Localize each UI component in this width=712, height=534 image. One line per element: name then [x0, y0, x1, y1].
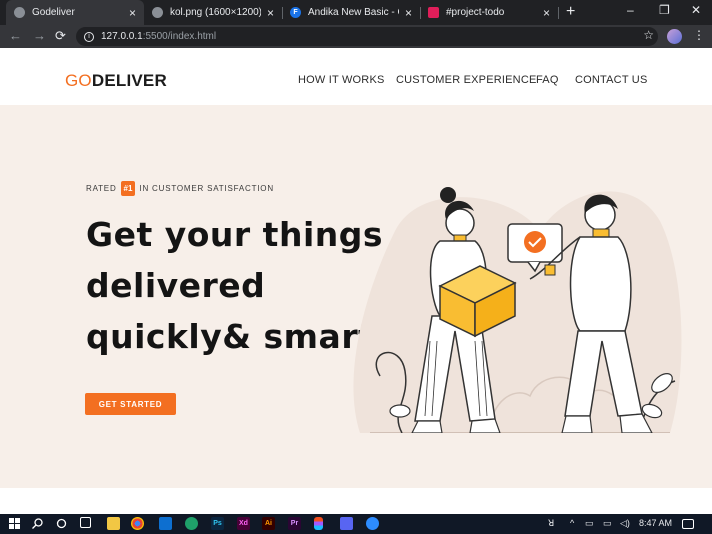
woman-collar [453, 234, 467, 242]
woman-shoe-left [411, 420, 443, 433]
system-clock[interactable]: 8:47 AM [639, 518, 672, 528]
woman-shoe-right [469, 418, 501, 433]
gitkraken-icon[interactable] [185, 517, 198, 530]
globe-icon [14, 7, 25, 18]
url-path: :5500/index.html [142, 31, 217, 42]
discord-icon[interactable] [340, 517, 353, 530]
vscode-icon[interactable] [159, 517, 172, 530]
rated-suffix: IN CUSTOMER SATISFACTION [139, 184, 274, 193]
people-icon[interactable]: ꓤ [548, 518, 554, 529]
get-started-button[interactable]: GET STARTED [85, 393, 176, 415]
slack-icon [428, 7, 439, 18]
search-icon[interactable] [31, 517, 44, 530]
close-window-button[interactable]: ✕ [691, 3, 701, 17]
nav-customer-experience[interactable]: CUSTOMER EXPERIENCE [396, 74, 537, 86]
close-tab-icon[interactable]: × [129, 6, 136, 20]
site-header: GODELIVER HOW IT WORKS CUSTOMER EXPERIEN… [0, 48, 712, 105]
tab-title: #project-todo [446, 7, 505, 18]
check-circle-icon [524, 231, 546, 253]
close-tab-icon[interactable]: × [405, 6, 412, 20]
tab-andika-font[interactable]: F Andika New Basic - Goog × [282, 0, 420, 25]
windows-start-icon[interactable] [8, 517, 21, 530]
tab-godeliver[interactable]: Godeliver × [6, 0, 144, 25]
headline-line-1: Get your things [86, 215, 384, 254]
headline-line-2: delivered [86, 266, 266, 305]
profile-avatar[interactable] [667, 29, 682, 44]
restore-button[interactable]: ❐ [659, 3, 670, 17]
globe-icon [152, 7, 163, 18]
nav-how-it-works[interactable]: HOW IT WORKS [298, 74, 385, 86]
network-icon[interactable]: ▭ [585, 518, 594, 529]
leaf-icon [389, 404, 411, 418]
page-viewport: GODELIVER HOW IT WORKS CUSTOMER EXPERIEN… [0, 48, 712, 514]
man-torso [569, 236, 632, 332]
man-cuff [544, 264, 556, 276]
file-explorer-icon[interactable] [107, 517, 120, 530]
tab-kol-png[interactable]: kol.png (1600×1200) × [144, 0, 282, 25]
rating-line: RATED #1 IN CUSTOMER SATISFACTION [86, 181, 274, 196]
logo-go: GO [65, 71, 92, 90]
bookmark-star-icon[interactable]: ☆ [643, 28, 654, 42]
back-button[interactable]: ← [9, 28, 22, 43]
battery-icon[interactable]: ▭ [603, 518, 612, 529]
new-tab-button[interactable]: + [566, 3, 575, 21]
nav-contact-us[interactable]: CONTACT US [575, 74, 648, 86]
tab-title: Godeliver [32, 7, 75, 18]
browser-menu-icon[interactable]: ⋮ [693, 28, 705, 42]
close-tab-icon[interactable]: × [543, 6, 550, 20]
volume-icon[interactable]: ◁) [620, 518, 630, 529]
zoom-icon[interactable] [366, 517, 379, 530]
illustrator-icon[interactable]: Ai [262, 517, 275, 530]
site-logo[interactable]: GODELIVER [65, 71, 167, 91]
cortana-icon[interactable] [55, 517, 68, 530]
tab-project-todo[interactable]: #project-todo × [420, 0, 558, 25]
tray-chevron-icon[interactable]: ^ [570, 518, 574, 528]
xd-icon[interactable]: Xd [237, 517, 250, 530]
address-bar[interactable]: i 127.0.0.1:5500/index.html ☆ [76, 27, 658, 46]
windows-taskbar: Ps Xd Ai Pr ꓤ ^ ▭ ▭ ◁) 8:47 AM [0, 514, 712, 534]
rank-badge: #1 [120, 181, 136, 196]
figma-icon[interactable] [314, 517, 323, 530]
chrome-icon[interactable] [131, 517, 144, 530]
url-host: 127.0.0.1 [101, 31, 143, 42]
delivery-illustration [353, 187, 682, 433]
browser-toolbar: ← → ⟳ i 127.0.0.1:5500/index.html ☆ ⋮ [0, 25, 712, 48]
photoshop-icon[interactable]: Ps [211, 517, 224, 530]
close-tab-icon[interactable]: × [267, 6, 274, 20]
tab-title: Andika New Basic - Goog [308, 7, 399, 18]
tab-title: kol.png (1600×1200) [170, 7, 261, 18]
woman-hair-bun [440, 187, 456, 203]
premiere-icon[interactable]: Pr [288, 517, 301, 530]
task-view-icon[interactable] [80, 517, 91, 528]
nav-faq[interactable]: FAQ [536, 74, 559, 86]
minimize-button[interactable]: – [627, 3, 634, 17]
google-fonts-icon: F [290, 7, 301, 18]
hero-section: RATED #1 IN CUSTOMER SATISFACTION Get yo… [0, 105, 712, 488]
rated-prefix: RATED [86, 184, 117, 193]
man-shoe-left [561, 415, 593, 433]
logo-deliver: DELIVER [91, 71, 167, 90]
forward-button[interactable]: → [33, 28, 46, 43]
tab-separator [558, 7, 559, 19]
notifications-icon[interactable] [682, 519, 694, 529]
reload-button[interactable]: ⟳ [55, 28, 66, 44]
man-collar [592, 228, 610, 238]
browser-tab-strip: Godeliver × kol.png (1600×1200) × F Andi… [0, 0, 712, 25]
info-icon[interactable]: i [84, 31, 94, 42]
